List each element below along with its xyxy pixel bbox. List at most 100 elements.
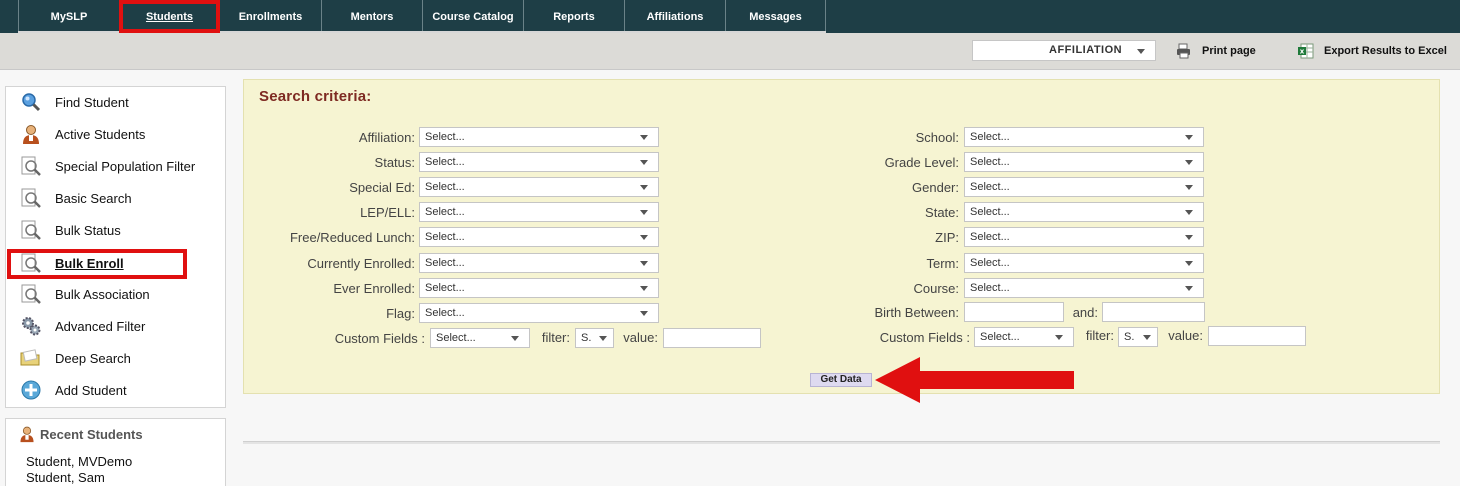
- svg-text:x: x: [1300, 48, 1305, 56]
- nav-tab-affiliations[interactable]: Affiliations: [625, 0, 726, 33]
- filter-select[interactable]: S.: [1118, 327, 1158, 347]
- sidebar-item-add-student[interactable]: Add Student: [20, 378, 127, 402]
- sidebar-item-label: Special Population Filter: [55, 158, 196, 174]
- select-value: Select...: [970, 257, 1010, 269]
- sidebar-item-active-students[interactable]: Active Students: [20, 122, 145, 146]
- status-label: Status:: [374, 155, 415, 170]
- print-page-link[interactable]: Print page: [1176, 43, 1256, 59]
- chevron-down-icon: [640, 311, 648, 316]
- export-excel-label: Export Results to Excel: [1324, 45, 1447, 57]
- nav-tab-reports[interactable]: Reports: [524, 0, 625, 33]
- results-divider: [243, 441, 1440, 444]
- birth-between-label: Birth Between:: [874, 305, 959, 320]
- special-ed-label: Special Ed:: [349, 180, 415, 195]
- birth-to-input[interactable]: [1102, 302, 1205, 322]
- flag-label: Flag:: [386, 306, 415, 321]
- recent-student-link[interactable]: Student, Sam: [26, 470, 105, 485]
- currently-enrolled-select[interactable]: Select...: [419, 253, 659, 273]
- nav-tab-label: Enrollments: [238, 10, 303, 23]
- get-data-button[interactable]: Get Data: [810, 373, 872, 387]
- chevron-down-icon: [599, 336, 607, 341]
- sidebar-item-label: Basic Search: [55, 190, 132, 206]
- sidebar-item-find-student[interactable]: Find Student: [20, 90, 129, 114]
- sidebar-item-advanced-filter[interactable]: Advanced Filter: [20, 314, 145, 338]
- magnifier-icon: [20, 91, 42, 113]
- nav-tab-messages[interactable]: Messages: [726, 0, 826, 33]
- chevron-down-icon: [640, 135, 648, 140]
- affiliation-label: Affiliation:: [358, 130, 415, 145]
- zip-select[interactable]: Select...: [964, 227, 1204, 247]
- state-select[interactable]: Select...: [964, 202, 1204, 222]
- select-value: Select...: [980, 331, 1020, 343]
- term-select[interactable]: Select...: [964, 253, 1204, 273]
- chevron-down-icon: [1185, 286, 1193, 291]
- custom-value-input[interactable]: [1208, 326, 1306, 346]
- chevron-down-icon: [640, 210, 648, 215]
- sidebar-item-bulk-association[interactable]: Bulk Association: [20, 282, 150, 306]
- course-select[interactable]: Select...: [964, 278, 1204, 298]
- chevron-down-icon: [1185, 210, 1193, 215]
- status-select[interactable]: Select...: [419, 152, 659, 172]
- custom-fields-label: Custom Fields :: [334, 331, 425, 346]
- custom-value-input[interactable]: [663, 328, 761, 348]
- recent-student-link[interactable]: Student, MVDemo: [26, 454, 132, 469]
- sidebar-item-deep-search[interactable]: Deep Search: [20, 346, 131, 370]
- select-value: Select...: [425, 131, 465, 143]
- chevron-down-icon: [640, 185, 648, 190]
- select-value: S.: [581, 332, 592, 344]
- flag-select[interactable]: Select...: [419, 303, 659, 323]
- chevron-down-icon: [1185, 135, 1193, 140]
- select-value: Select...: [970, 131, 1010, 143]
- highlight-box-students-tab: [119, 0, 220, 33]
- course-label: Course:: [913, 281, 959, 296]
- sidebar-item-basic-search[interactable]: Basic Search: [20, 186, 132, 210]
- grade-level-select[interactable]: Select...: [964, 152, 1204, 172]
- custom-field-select[interactable]: Select...: [974, 327, 1074, 347]
- nav-tab-myslp[interactable]: MySLP: [18, 0, 120, 33]
- ever-enrolled-select[interactable]: Select...: [419, 278, 659, 298]
- custom-field-select[interactable]: Select...: [430, 328, 530, 348]
- zip-label: ZIP:: [935, 230, 959, 245]
- sidebar-item-label: Bulk Status: [55, 222, 121, 238]
- free-reduced-lunch-select[interactable]: Select...: [419, 227, 659, 247]
- recent-students-panel: Recent Students Student, MVDemo Student,…: [5, 418, 226, 486]
- gender-label: Gender:: [912, 180, 959, 195]
- nav-tab-course-catalog[interactable]: Course Catalog: [423, 0, 524, 33]
- nav-tab-label: MySLP: [50, 10, 88, 23]
- birth-from-input[interactable]: [964, 302, 1064, 322]
- nav-tab-mentors[interactable]: Mentors: [322, 0, 423, 33]
- nav-tab-label: Affiliations: [646, 10, 704, 23]
- school-select[interactable]: Select...: [964, 127, 1204, 147]
- ever-enrolled-label: Ever Enrolled:: [333, 281, 415, 296]
- school-label: School:: [915, 130, 959, 145]
- lep-ell-select[interactable]: Select...: [419, 202, 659, 222]
- sidebar-item-label: Active Students: [55, 126, 146, 142]
- gender-select[interactable]: Select...: [964, 177, 1204, 197]
- export-excel-link[interactable]: x Export Results to Excel: [1298, 43, 1447, 59]
- sidebar-item-bulk-status[interactable]: Bulk Status: [20, 218, 121, 242]
- free-reduced-lunch-label: Free/Reduced Lunch:: [289, 230, 415, 245]
- select-value: Select...: [425, 307, 465, 319]
- select-value: Select...: [970, 156, 1010, 168]
- nav-tab-label: Reports: [553, 10, 595, 23]
- select-value: Select...: [970, 231, 1010, 243]
- select-value: Select...: [425, 231, 465, 243]
- select-value: Select...: [425, 282, 465, 294]
- affiliation-select[interactable]: Select...: [419, 127, 659, 147]
- sidebar-item-special-population-filter[interactable]: Special Population Filter: [20, 154, 195, 178]
- document-search-icon: [20, 283, 42, 305]
- print-page-label: Print page: [1202, 45, 1256, 57]
- nav-tab-enrollments[interactable]: Enrollments: [220, 0, 322, 33]
- chevron-down-icon: [640, 261, 648, 266]
- affiliation-select[interactable]: AFFILIATION: [972, 40, 1156, 61]
- gears-icon: [20, 315, 42, 337]
- sidebar-item-label: Advanced Filter: [55, 318, 146, 334]
- special-ed-select[interactable]: Select...: [419, 177, 659, 197]
- chevron-down-icon: [1137, 49, 1145, 54]
- sidebar-item-label: Bulk Association: [55, 286, 150, 302]
- recent-students-title: Recent Students: [18, 425, 143, 443]
- nav-tab-label: Course Catalog: [432, 10, 514, 23]
- and-label: and:: [1072, 305, 1098, 320]
- user-icon: [20, 426, 34, 443]
- filter-select[interactable]: S.: [575, 328, 614, 348]
